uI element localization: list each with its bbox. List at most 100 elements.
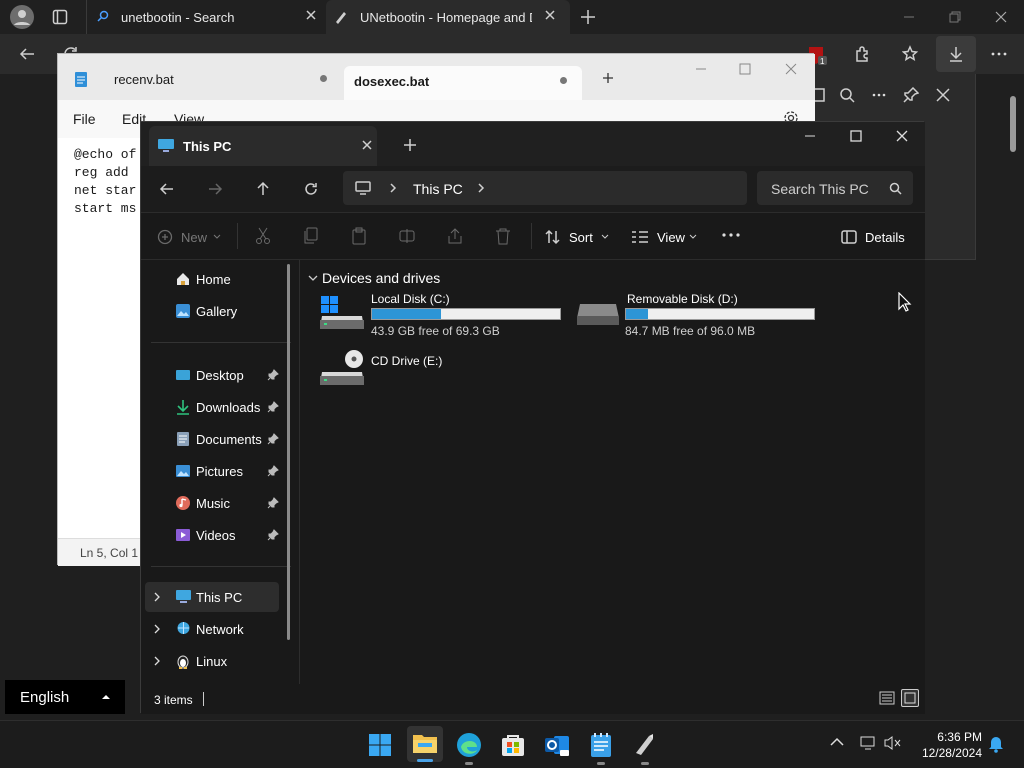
pin-icon[interactable] [267, 369, 279, 381]
profile-avatar[interactable] [10, 5, 34, 29]
notepad-tab-recenv[interactable]: recenv.bat [102, 64, 342, 94]
address-breadcrumb[interactable]: This PC [343, 171, 747, 205]
close-icon[interactable] [895, 129, 909, 143]
browser-tab-unetbootin[interactable]: UNetbootin - Homepage and Do [326, 0, 570, 34]
nav-item-linux[interactable]: Linux [145, 646, 279, 676]
chevron-right-icon[interactable] [389, 182, 397, 194]
rename-icon[interactable] [399, 227, 415, 245]
close-icon[interactable] [305, 9, 317, 21]
start-button[interactable] [363, 728, 397, 762]
nav-item-gallery[interactable]: Gallery [155, 296, 279, 326]
breadcrumb-this-pc[interactable]: This PC [413, 181, 463, 197]
chevron-right-icon[interactable] [153, 656, 161, 666]
minimize-icon[interactable] [902, 10, 916, 24]
nav-item-downloads[interactable]: Downloads [155, 392, 279, 422]
chevron-right-icon[interactable] [477, 182, 485, 194]
details-button[interactable]: Details [841, 227, 911, 247]
more-menu-icon[interactable] [990, 45, 1008, 63]
active-indicator [417, 759, 433, 762]
share-icon[interactable] [447, 227, 463, 245]
drive-local-c[interactable]: Local Disk (C:) 43.9 GB free of 69.3 GB [320, 292, 564, 340]
maximize-icon[interactable] [738, 62, 752, 76]
close-icon[interactable] [361, 139, 373, 151]
search-input[interactable]: Search This PC [757, 171, 913, 205]
explorer-tab[interactable]: This PC [149, 126, 377, 166]
drive-removable-d[interactable]: Removable Disk (D:) 84.7 MB free of 96.0… [576, 292, 820, 340]
pin-icon[interactable] [267, 401, 279, 413]
new-tab-icon[interactable] [580, 9, 596, 25]
cut-icon[interactable] [255, 227, 271, 245]
more-options-icon[interactable] [871, 87, 887, 103]
details-view-icon[interactable] [879, 691, 895, 705]
show-hidden-icons-chevron-up-icon[interactable] [830, 737, 844, 747]
back-arrow-icon[interactable] [159, 181, 175, 197]
refresh-icon[interactable] [303, 181, 319, 197]
taskbar-unetbootin[interactable] [628, 728, 662, 765]
plus-circle-icon [157, 229, 173, 245]
up-arrow-icon[interactable] [255, 181, 271, 197]
close-icon[interactable] [935, 87, 951, 103]
unsaved-dot-icon[interactable] [560, 77, 567, 84]
windows-logo-icon [368, 733, 392, 757]
pin-icon[interactable] [903, 87, 919, 103]
maximize-icon[interactable] [849, 129, 863, 143]
drive-cd-e[interactable]: CD Drive (E:) [320, 350, 564, 390]
nav-item-home[interactable]: Home [155, 264, 279, 294]
taskbar-notepad[interactable] [584, 728, 618, 765]
notification-bell-icon[interactable] [988, 735, 1004, 753]
close-icon[interactable] [544, 9, 556, 21]
browser-tab-search[interactable]: unetbootin - Search [86, 0, 326, 34]
taskbar-store[interactable] [496, 728, 530, 762]
nav-label: Pictures [196, 464, 243, 479]
delete-icon[interactable] [495, 227, 511, 245]
taskbar-file-explorer[interactable] [407, 726, 443, 762]
see-more-icon[interactable] [721, 231, 741, 239]
menu-file[interactable]: File [73, 111, 96, 127]
notepad-tab-dosexec[interactable]: dosexec.bat [344, 66, 582, 100]
taskbar-edge[interactable] [452, 728, 486, 765]
close-icon[interactable] [994, 10, 1008, 24]
favorites-icon[interactable] [902, 45, 920, 63]
back-arrow-icon[interactable] [18, 45, 36, 63]
paste-icon[interactable] [351, 227, 367, 245]
scrollbar-thumb[interactable] [1010, 96, 1016, 152]
browser-scrollbar[interactable] [1004, 74, 1024, 720]
new-tab-icon[interactable] [403, 138, 417, 152]
clock-date[interactable]: 12/28/2024 [910, 746, 982, 760]
chevron-right-icon[interactable] [153, 592, 161, 602]
view-button[interactable]: View [631, 227, 697, 247]
pin-icon[interactable] [267, 529, 279, 541]
new-tab-icon[interactable] [602, 72, 614, 84]
extensions-icon[interactable] [854, 45, 872, 63]
sort-icon [545, 229, 561, 245]
language-selector[interactable]: English [5, 680, 125, 714]
pin-icon[interactable] [267, 497, 279, 509]
nav-item-network[interactable]: Network [145, 614, 279, 644]
minimize-icon[interactable] [694, 62, 708, 76]
nav-item-documents[interactable]: Documents [155, 424, 279, 454]
network-status-icon[interactable] [860, 735, 878, 751]
nav-item-this-pc[interactable]: This PC [145, 582, 279, 612]
tab-actions-icon[interactable] [52, 9, 68, 25]
chevron-right-icon[interactable] [153, 624, 161, 634]
taskbar-outlook[interactable] [540, 728, 574, 762]
minimize-icon[interactable] [803, 129, 817, 143]
restore-icon[interactable] [948, 10, 962, 24]
nav-scrollbar-thumb[interactable] [287, 264, 290, 640]
forward-arrow-icon[interactable] [207, 181, 223, 197]
volume-muted-icon[interactable] [884, 735, 902, 751]
pin-icon[interactable] [267, 433, 279, 445]
pin-icon[interactable] [267, 465, 279, 477]
nav-item-pictures[interactable]: Pictures [155, 456, 279, 486]
sort-button[interactable]: Sort [545, 227, 609, 247]
tiles-view-icon[interactable] [901, 689, 919, 707]
close-icon[interactable] [784, 62, 798, 76]
unsaved-dot-icon[interactable] [320, 75, 327, 82]
downloads-button[interactable] [936, 36, 976, 72]
nav-item-music[interactable]: Music [155, 488, 279, 518]
search-icon[interactable] [839, 87, 855, 103]
clock-time[interactable]: 6:36 PM [910, 730, 982, 744]
nav-item-videos[interactable]: Videos [155, 520, 279, 550]
nav-item-desktop[interactable]: Desktop [155, 360, 279, 390]
copy-icon[interactable] [303, 227, 319, 245]
